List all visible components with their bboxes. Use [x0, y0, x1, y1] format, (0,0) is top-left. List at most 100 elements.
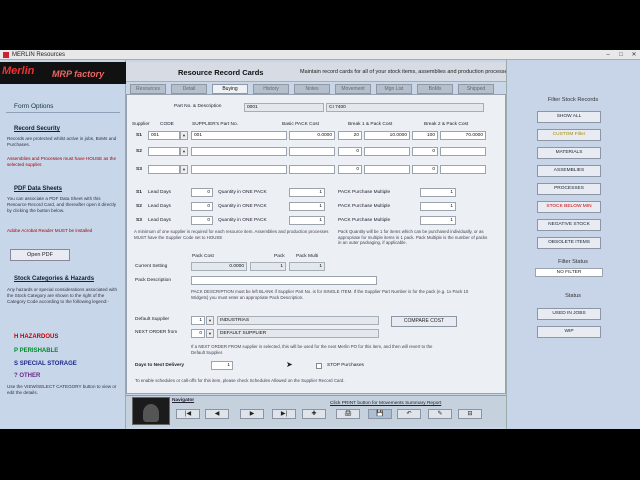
chevron-down-icon[interactable]: ▼: [180, 147, 188, 156]
break1-qty-field[interactable]: 0: [338, 147, 362, 156]
app-icon: [3, 52, 9, 58]
lead-days-field[interactable]: 0: [191, 202, 213, 211]
pack-qty-label: Quantity in ONE PACK: [218, 218, 267, 223]
basic-cost-field[interactable]: 0.0000: [289, 131, 335, 140]
compare-cost-button[interactable]: COMPARE COST: [391, 316, 457, 327]
pack-qty-field[interactable]: 1: [289, 202, 325, 211]
chevron-down-icon[interactable]: ▼: [206, 329, 214, 338]
basic-cost-field[interactable]: [289, 165, 335, 174]
break2-cost-field[interactable]: [440, 147, 486, 156]
filter-negative-stock-button[interactable]: NEGATIVE STOCK: [537, 219, 601, 231]
supplier-code-field[interactable]: [148, 165, 180, 174]
break2-qty-field[interactable]: 0: [412, 147, 438, 156]
tab-notes[interactable]: Notes: [294, 84, 330, 94]
supplier-part-field[interactable]: 001: [191, 131, 287, 140]
close-icon[interactable]: ✕: [628, 51, 640, 59]
tab-buying[interactable]: Buying: [212, 84, 248, 94]
default-supplier-number[interactable]: 1: [191, 316, 205, 325]
basic-cost-field[interactable]: [289, 147, 335, 156]
wip-button[interactable]: WIP: [537, 326, 601, 338]
category-code: S: [14, 361, 19, 367]
supplier-note: A minimum of one supplier is required fo…: [134, 229, 329, 240]
break2-cost-field[interactable]: [440, 165, 486, 174]
break1-cost-field[interactable]: [364, 165, 410, 174]
filter-materials-button[interactable]: MATERIALS: [537, 147, 601, 159]
category-other: ? OTHER: [14, 373, 40, 379]
tab-movement[interactable]: Movement: [335, 84, 371, 94]
lead-days-field[interactable]: 0: [191, 216, 213, 225]
break2-cost-field[interactable]: 70.0000: [440, 131, 486, 140]
last-record-icon[interactable]: ▶|: [272, 409, 296, 419]
print-icon[interactable]: 🖨: [336, 409, 360, 419]
page-title: Resource Record Cards: [178, 68, 264, 77]
pack-multiple-field[interactable]: 1: [420, 202, 456, 211]
default-supplier-label: Default Supplier: [135, 317, 170, 322]
pdf-title: PDF Data Sheets: [14, 186, 63, 192]
tab-mgn-list[interactable]: Mgn List: [376, 84, 412, 94]
break1-cost-field[interactable]: 10.0000: [364, 131, 410, 140]
days-to-delivery-label: Days to Next Delivery: [135, 363, 185, 368]
previous-record-icon[interactable]: ◀: [205, 409, 229, 419]
supplier-code-field[interactable]: [148, 147, 180, 156]
undo-icon[interactable]: ↶: [397, 409, 421, 419]
chevron-down-icon[interactable]: ▼: [180, 131, 188, 140]
category-label: PERISHABLE: [19, 348, 59, 354]
pack-description-field[interactable]: [191, 276, 377, 285]
supplier-part-field[interactable]: [191, 147, 287, 156]
pack-qty-field[interactable]: 1: [289, 188, 325, 197]
delete-icon[interactable]: ⊟: [458, 409, 482, 419]
tab-shipped[interactable]: Shipped: [458, 84, 494, 94]
maximize-icon[interactable]: □: [615, 51, 627, 59]
used-in-jobs-button[interactable]: USED IN JOBS: [537, 308, 601, 320]
pack-qty-field[interactable]: 1: [289, 216, 325, 225]
break1-qty-field[interactable]: 20: [338, 131, 362, 140]
filter-assemblies-button[interactable]: ASSEMBLIES: [537, 165, 601, 177]
category-perishable: P PERISHABLE: [14, 348, 58, 354]
edit-icon[interactable]: ✎: [428, 409, 452, 419]
footer-note: To enable schedules or call-offs for thi…: [135, 378, 345, 383]
pack-note: Pack Quantity will be 1 for items which …: [338, 229, 488, 246]
col-break2: Break 2 & Pack Cost: [424, 122, 469, 127]
pack-multiple-field[interactable]: 1: [420, 216, 456, 225]
pack-multiple-label: PACK Purchase Multiple: [338, 190, 391, 195]
supplier-part-field[interactable]: [191, 165, 287, 174]
pack-multiple-label: PACK Purchase Multiple: [338, 218, 391, 223]
next-record-icon[interactable]: ▶: [240, 409, 264, 419]
category-code: H: [14, 334, 19, 340]
chevron-down-icon[interactable]: ▼: [206, 316, 214, 325]
break2-qty-field[interactable]: 0: [412, 165, 438, 174]
tab-detail[interactable]: Detail: [171, 84, 207, 94]
break1-qty-field[interactable]: 0: [338, 165, 362, 174]
open-pdf-button[interactable]: Open PDF: [10, 249, 70, 261]
filter-obsolete-items-button[interactable]: OBSOLETE ITEMS: [537, 237, 601, 249]
category-label: SPECIAL STORAGE: [19, 361, 77, 367]
tab-boms[interactable]: BoMs: [417, 84, 453, 94]
pack-multiple-field[interactable]: 1: [420, 188, 456, 197]
tab-history[interactable]: History: [253, 84, 289, 94]
wizard-image: [132, 397, 170, 425]
lead-days-label: Lead Days: [148, 204, 171, 209]
break2-qty-field[interactable]: 100: [412, 131, 438, 140]
save-icon[interactable]: 💾: [368, 409, 392, 419]
chevron-down-icon[interactable]: ▼: [180, 165, 188, 174]
first-record-icon[interactable]: |◀: [176, 409, 200, 419]
filter-stock-below-min-button[interactable]: STOCK BELOW MIN: [537, 201, 601, 213]
screen: MERLIN Resources – □ ✕ Merlin MRP factor…: [0, 0, 640, 480]
break1-cost-field[interactable]: [364, 147, 410, 156]
stop-purchases-checkbox[interactable]: [316, 363, 322, 369]
filter-custom-filter-button[interactable]: CUSTOM Filter: [537, 129, 601, 141]
next-order-number[interactable]: 0: [191, 329, 205, 338]
pack-label: Pack: [274, 254, 285, 259]
current-pack-cost: 0.0000: [191, 262, 247, 271]
minimize-icon[interactable]: –: [602, 51, 614, 59]
days-to-delivery-field[interactable]: 1: [211, 361, 233, 370]
col-supplier-part: SUPPLIER's Part No.: [192, 122, 238, 127]
lead-days-field[interactable]: 0: [191, 188, 213, 197]
filter-processes-button[interactable]: PROCESSES: [537, 183, 601, 195]
current-pack: 1: [250, 262, 286, 271]
tab-resources[interactable]: Resources: [130, 84, 166, 94]
new-record-icon[interactable]: ✚: [302, 409, 326, 419]
filter-show-all-button[interactable]: SHOW ALL: [537, 111, 601, 123]
pack-qty-label: Quantity in ONE PACK: [218, 204, 267, 209]
supplier-code-field[interactable]: 001: [148, 131, 180, 140]
